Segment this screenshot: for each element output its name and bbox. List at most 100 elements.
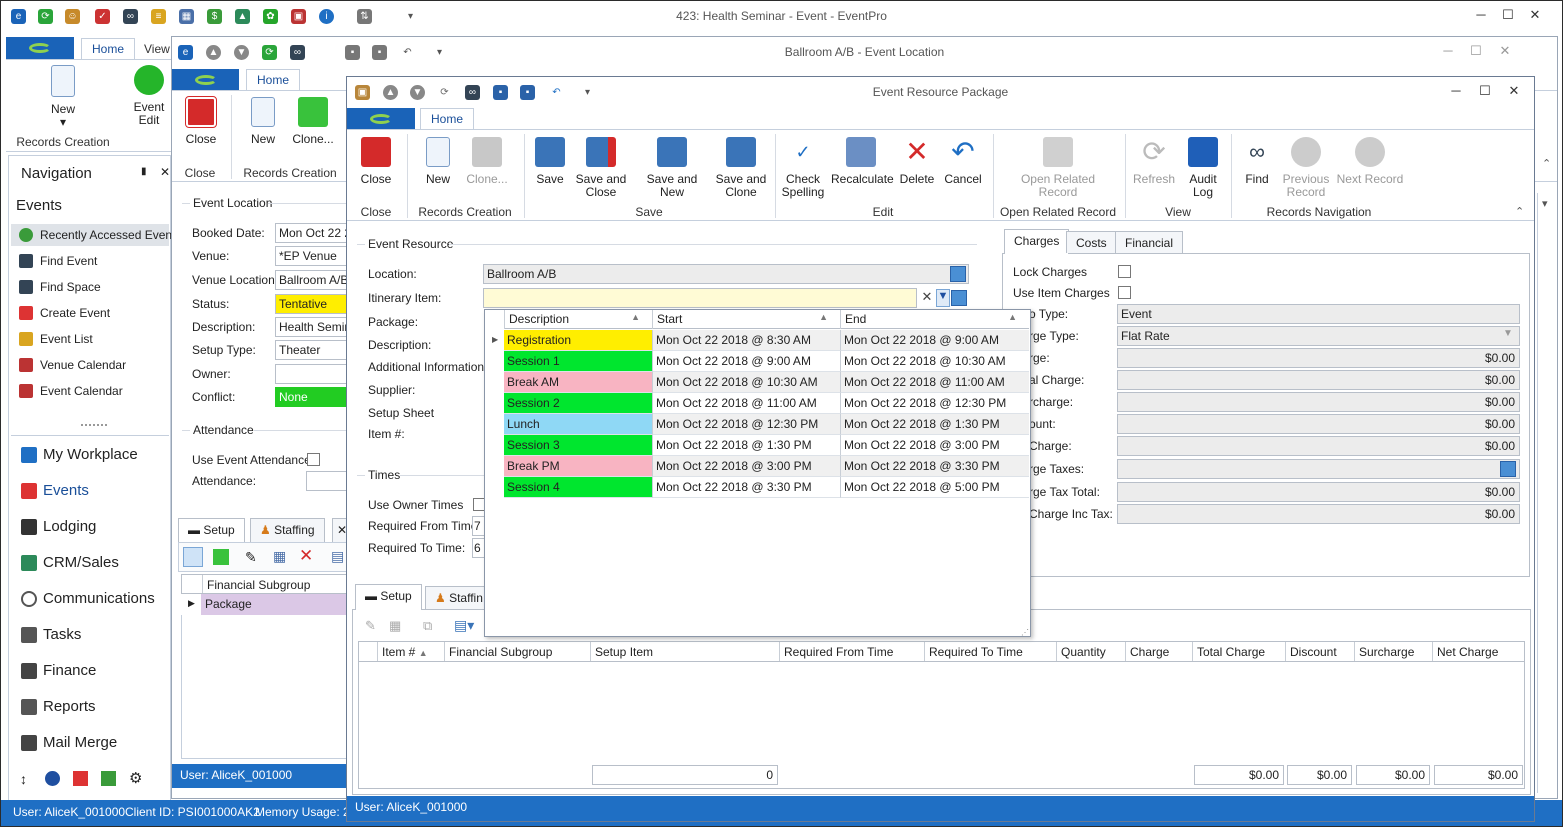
nav-event-calendar[interactable]: Event Calendar [19,384,123,398]
charge-type-dropdown-icon[interactable]: ▼ [1503,328,1513,339]
grid-icon[interactable]: ▦ [273,548,286,565]
module-crm-sales[interactable]: CRM/Sales [21,554,119,571]
total-charge-field[interactable]: $0.00 [1117,370,1520,390]
collapse-ribbon-icon[interactable]: ⌃ [1515,205,1524,218]
tab-setup[interactable]: ▬ Setup [178,518,245,542]
col-required-from[interactable]: Required From Time [780,642,925,661]
clear-icon[interactable]: ✕ [919,289,935,307]
app-menu-button[interactable] [347,108,415,129]
close-window-button[interactable]: ✕ [1524,7,1546,25]
itinerary-item-field[interactable] [483,288,917,308]
find-button[interactable]: ∞ Find [1239,137,1275,186]
venue-field[interactable]: *EP Venue [275,246,351,266]
col-setup-item[interactable]: Setup Item [591,642,780,661]
taxes-lookup-icon[interactable] [1500,461,1516,477]
maximize-button[interactable]: ☐ [1465,43,1487,61]
tab-staffing[interactable]: ♟ Staffing [250,518,325,542]
audit-log-button[interactable]: Audit Log [1183,137,1223,199]
next-record-button[interactable]: Next Record [1335,137,1405,186]
dropdown-arrow-icon[interactable]: ▼ [936,289,950,307]
itinerary-option-row[interactable]: Break AM Mon Oct 22 2018 @ 10:30 AM Mon Oc… [504,372,1029,393]
itinerary-option-row[interactable]: Session 4 Mon Oct 22 2018 @ 3:30 PM Mon Oc… [504,477,1029,498]
splitter-grip[interactable] [81,424,107,426]
description-field[interactable]: Health Semina [275,317,351,337]
col-required-to[interactable]: Required To Time [925,642,1057,661]
sort-icon[interactable]: ↕ [20,771,27,787]
owner-field[interactable] [275,364,351,384]
itinerary-option-row[interactable]: Session 2 Mon Oct 22 2018 @ 11:00 AM Mon O… [504,393,1029,414]
tab-charges[interactable]: Charges [1004,229,1070,254]
pin-icon[interactable]: ▮ [141,166,147,177]
new-button[interactable]: New [244,97,282,146]
tab-setup[interactable]: ▬ Setup [355,584,422,610]
itinerary-lookup-icon[interactable] [951,290,967,306]
edit-icon[interactable]: ✎ [245,549,257,566]
tab-staffing[interactable]: ♟ Staffin [425,586,493,609]
col-start[interactable]: Start ▲ [653,310,841,329]
module-tasks[interactable]: Tasks [21,626,81,643]
tab-costs[interactable]: Costs [1066,231,1117,253]
delete-button[interactable]: ✕ Delete [899,137,935,186]
col-item-number[interactable]: Item # ▲ [377,642,445,661]
col-financial-subgroup[interactable]: Financial Subgroup [445,642,591,661]
nav-venue-calendar[interactable]: Venue Calendar [19,358,126,372]
module-lodging[interactable]: Lodging [21,518,96,535]
itinerary-option-row[interactable]: Break PM Mon Oct 22 2018 @ 3:00 PM Mon Oct… [504,456,1029,477]
copy-icon[interactable]: ⧉ [423,618,432,634]
use-item-charges-checkbox[interactable] [1118,286,1131,299]
export-icon[interactable]: ▤ [331,548,344,565]
tab-home[interactable]: Home [81,38,136,60]
charge-taxes-field[interactable] [1117,459,1520,479]
minimize-button[interactable]: ─ [1445,83,1467,101]
grid-column-header[interactable]: Financial Subgroup [202,575,349,593]
resize-grip-icon[interactable]: ⋰ [1021,628,1029,637]
col-quantity[interactable]: Quantity [1057,642,1126,661]
charge-tax-total-field[interactable]: $0.00 [1117,482,1520,502]
nav-create-event[interactable]: Create Event [19,306,110,320]
col-description[interactable]: Description ▲ [504,310,653,329]
clone-button[interactable]: Clone... [462,137,512,186]
module-mail-merge[interactable]: Mail Merge [21,734,117,751]
module-finance[interactable]: Finance [21,662,96,679]
cancel-button[interactable]: ↶ Cancel [943,137,983,186]
type-field[interactable]: Event [1117,304,1520,324]
refresh-button[interactable]: ⟳ Refresh [1132,137,1176,186]
tab-home[interactable]: Home [246,69,301,91]
close-pane-icon[interactable]: ✕ [160,165,170,179]
app-menu-button[interactable] [172,69,239,90]
collapse-chevron-icon[interactable]: ⌃ [1542,157,1551,170]
close-window-button[interactable]: ✕ [1503,83,1525,101]
maximize-button[interactable]: ☐ [1474,83,1496,101]
attendance-field[interactable] [306,471,351,491]
charge-inc-tax-field[interactable]: $0.00 [1117,504,1520,524]
open-related-record-button[interactable]: Open Related Record [1019,137,1097,199]
app-menu-button[interactable] [6,37,74,59]
discount-field[interactable]: $0.00 [1117,414,1520,434]
nav-find-space[interactable]: Find Space [19,280,101,294]
location-field[interactable]: Ballroom A/B [483,264,969,284]
previous-record-button[interactable]: Previous Record [1279,137,1333,199]
save-and-close-button[interactable]: Save and Close [575,137,627,199]
new-button[interactable]: New [418,137,458,186]
globe-icon[interactable] [45,771,60,786]
edit-icon[interactable]: ✎ [365,618,376,634]
recalculate-button[interactable]: Recalculate [831,137,894,186]
col-net-charge[interactable]: Net Charge [1433,642,1526,661]
module-events[interactable]: Events [21,482,89,499]
module-communications[interactable]: Communications [21,590,155,607]
dropdown-chevron-icon[interactable]: ▾ [1542,197,1548,210]
tab-home[interactable]: Home [420,108,475,130]
bar-chart-icon[interactable] [73,771,88,786]
status-field[interactable]: Tentative [275,294,351,314]
itinerary-option-row[interactable]: Session 1 Mon Oct 22 2018 @ 9:00 AM Mon Oc… [504,351,1029,372]
grid-icon[interactable]: ▦ [389,618,401,634]
save-button[interactable]: Save [530,137,570,186]
charge-type-field[interactable]: Flat Rate [1117,326,1520,346]
itinerary-option-row[interactable]: Registration Mon Oct 22 2018 @ 8:30 AM Mon… [504,330,1029,351]
nav-event-list[interactable]: Event List [19,332,93,346]
tab-view[interactable]: View [144,42,170,56]
lock-charges-checkbox[interactable] [1118,265,1131,278]
booked-date-field[interactable]: Mon Oct 22 20 [275,223,351,243]
col-discount[interactable]: Discount [1286,642,1355,661]
col-end[interactable]: End ▲ [841,310,1029,329]
